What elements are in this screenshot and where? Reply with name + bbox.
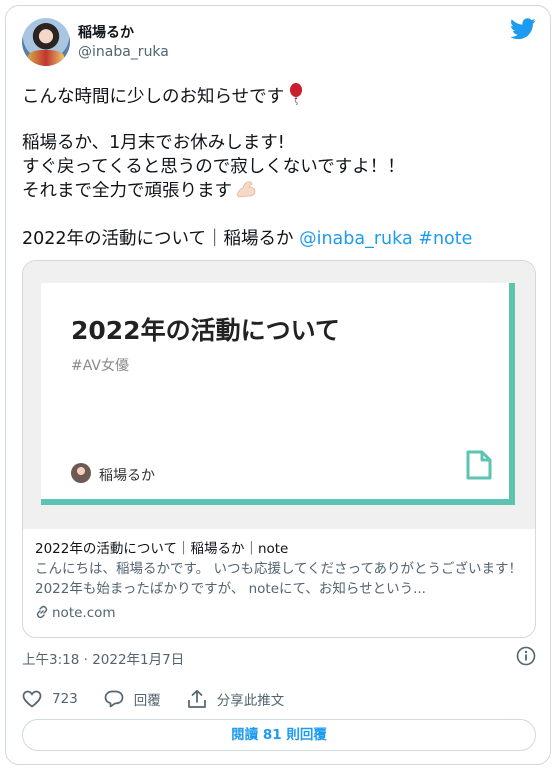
link-domain: note.com	[35, 603, 525, 623]
mention-link[interactable]: @inaba_ruka	[299, 229, 413, 249]
link-preview-card[interactable]: 2022年の活動について #AV女優 稲場るか 2022年の活動について｜稲場る…	[22, 260, 536, 638]
read-replies-button[interactable]: 閱讀 81 則回覆	[22, 719, 536, 751]
tweet-timestamp[interactable]: 上午3:18 · 2022年1月7日	[22, 648, 184, 668]
tweet-line-5: 2022年の活動について｜稲場るか @inaba_ruka #note	[22, 229, 473, 249]
avatar[interactable]	[22, 18, 70, 66]
share-button[interactable]: 分享此推文	[187, 689, 285, 709]
link-icon	[36, 605, 48, 619]
note-image-title: 2022年の活動について	[71, 316, 340, 345]
link-headline[interactable]: 2022年の活動について｜稲場るか｜note	[35, 539, 525, 559]
tweet-line-4: それまで全力で頑張ります	[22, 179, 542, 203]
link-preview-meta[interactable]: 2022年の活動について｜稲場るか｜note こんにちは、稲場るかです。 いつも…	[35, 539, 525, 623]
like-count: 723	[52, 691, 78, 707]
note-image-tag: #AV女優	[71, 358, 129, 374]
tweet-text: こんな時間に少しのお知らせです 稲場るか、1月末でお休みします! すぐ戻ってくる…	[22, 83, 542, 251]
link-description: こんにちは、稲場るかです。 いつも応援してくださってありがとうございます！ 20…	[35, 561, 523, 597]
reply-icon	[104, 690, 124, 708]
display-name[interactable]: 稲場るか	[78, 22, 134, 42]
note-image-author: 稲場るか	[99, 468, 155, 484]
note-author-avatar	[71, 463, 91, 483]
note-document-icon	[466, 450, 492, 480]
tweet-line-3: すぐ戻ってくると思うので寂しくないですよ！！	[22, 157, 405, 177]
hashtag-link[interactable]: #note	[418, 229, 472, 249]
info-icon[interactable]	[516, 646, 536, 666]
tweet-line-1: こんな時間に少しのお知らせです	[22, 83, 542, 107]
link-preview-image[interactable]: 2022年の活動について #AV女優 稲場るか	[23, 261, 535, 529]
like-button[interactable]: 723	[22, 690, 78, 708]
balloon-emoji-icon	[290, 83, 303, 105]
tweet-actions: 723 回覆 分享此推文	[22, 686, 310, 712]
share-icon	[187, 689, 206, 708]
twitter-bird-icon[interactable]	[510, 18, 536, 40]
tweet-line-2: 稲場るか、1月末でお休みします!	[22, 133, 285, 153]
share-label: 分享此推文	[216, 693, 285, 709]
flexed-biceps-emoji-icon	[236, 181, 256, 198]
tweet-card: 稲場るか @inaba_ruka こんな時間に少しのお知らせです 稲場るか、1月…	[5, 5, 551, 765]
note-sheet: 2022年の活動について #AV女優 稲場るか	[41, 283, 515, 505]
user-handle[interactable]: @inaba_ruka	[78, 44, 169, 60]
heart-icon	[22, 690, 42, 708]
reply-label: 回覆	[133, 693, 161, 709]
reply-button[interactable]: 回覆	[104, 689, 161, 709]
